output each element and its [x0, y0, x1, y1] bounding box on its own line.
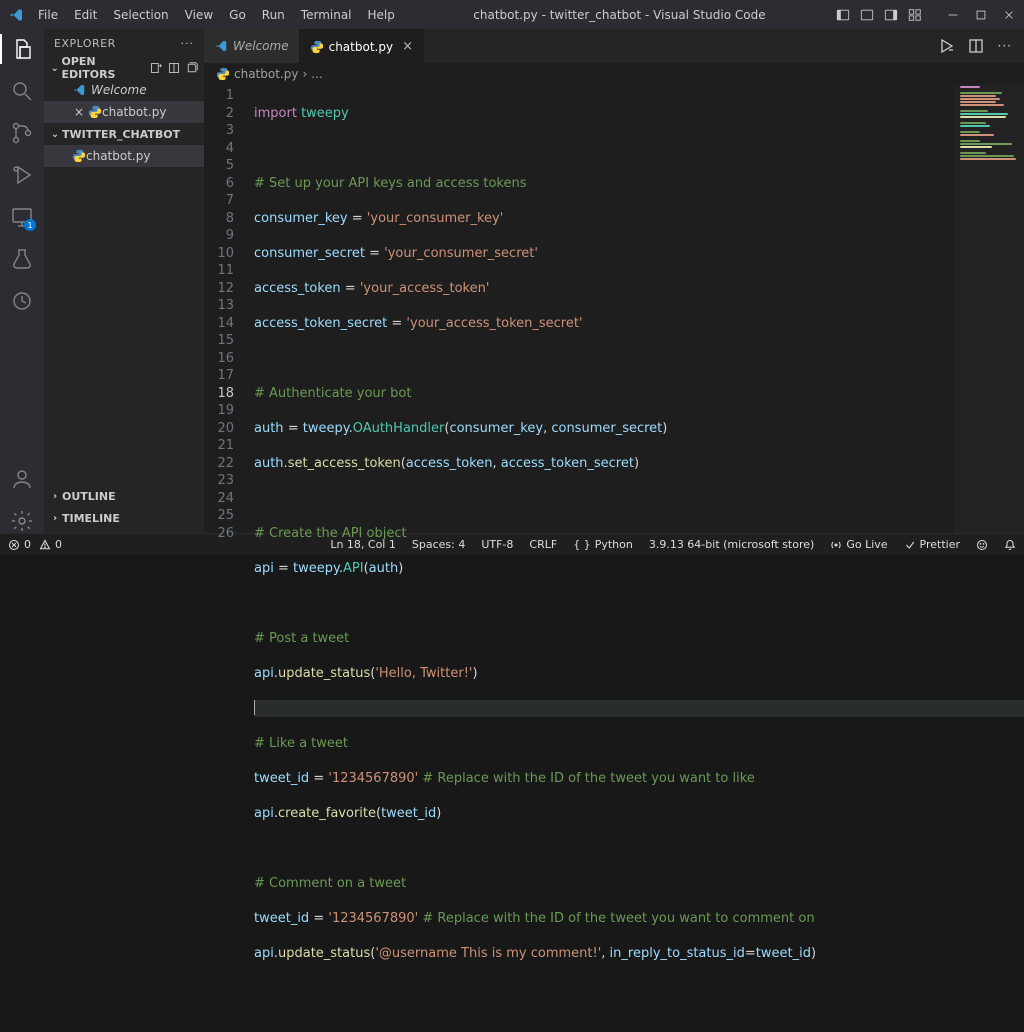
tab-label: Welcome — [233, 39, 289, 53]
activity-bar: 1 — [0, 29, 44, 533]
error-count: 0 — [24, 538, 31, 551]
chevron-right-icon: › — [48, 513, 62, 524]
chevron-down-icon: ⌄ — [48, 129, 62, 140]
editor: Welcome chatbot.py × ··· chatbot.py › ..… — [204, 29, 1024, 533]
save-all-icon[interactable] — [186, 62, 198, 74]
activity-accounts-icon[interactable] — [10, 467, 34, 491]
tab-chatbot[interactable]: chatbot.py × — [300, 29, 424, 63]
menu-go[interactable]: Go — [221, 4, 254, 26]
tab-welcome[interactable]: Welcome — [204, 29, 300, 63]
chevron-right-icon: › — [302, 67, 307, 81]
activity-debug-icon[interactable] — [10, 163, 34, 187]
customize-layout-icon[interactable] — [908, 8, 922, 22]
activity-testing-icon[interactable] — [10, 247, 34, 271]
menu-help[interactable]: Help — [360, 4, 403, 26]
timeline-label: TIMELINE — [62, 512, 120, 525]
vscode-icon — [214, 39, 228, 53]
window-maximize-icon[interactable] — [974, 8, 988, 22]
new-untitled-icon[interactable] — [150, 62, 162, 74]
section-outline[interactable]: › OUTLINE — [44, 485, 204, 507]
title-bar: File Edit Selection View Go Run Terminal… — [0, 0, 1024, 29]
activity-source-control-icon[interactable] — [10, 121, 34, 145]
status-problems[interactable]: 0 0 — [0, 538, 70, 551]
line-gutter: 1234567891011121314151617181920212223242… — [204, 85, 246, 533]
cursor — [254, 700, 255, 715]
tab-label: chatbot.py — [329, 40, 393, 54]
layout-panel-icon[interactable] — [860, 8, 874, 22]
warning-count: 0 — [55, 538, 62, 551]
workspace-name: TWITTER_CHATBOT — [62, 128, 180, 141]
activity-remote-explorer-icon[interactable]: 1 — [10, 205, 34, 229]
editor-close-icon[interactable]: × — [72, 105, 86, 119]
file-item-label: chatbot.py — [86, 149, 150, 163]
menu-edit[interactable]: Edit — [66, 4, 105, 26]
file-item-chatbot[interactable]: chatbot.py — [44, 145, 204, 167]
editor-more-icon[interactable]: ··· — [998, 39, 1012, 53]
open-editor-chatbot[interactable]: × chatbot.py — [44, 101, 204, 123]
outline-label: OUTLINE — [62, 490, 116, 503]
window-title: chatbot.py - twitter_chatbot - Visual St… — [403, 8, 836, 22]
open-editor-label: chatbot.py — [102, 105, 166, 119]
chevron-right-icon: › — [48, 491, 62, 502]
minimap[interactable] — [954, 85, 1024, 533]
chevron-down-icon: ⌄ — [48, 63, 61, 74]
breadcrumb[interactable]: chatbot.py › ... — [204, 63, 1024, 85]
error-icon — [8, 539, 20, 551]
tab-close-icon[interactable]: × — [402, 39, 413, 54]
layout-sidebar-right-icon[interactable] — [884, 8, 898, 22]
breadcrumb-more: ... — [311, 67, 322, 81]
activity-settings-icon[interactable] — [10, 509, 34, 533]
menu-bar: File Edit Selection View Go Run Terminal… — [30, 4, 403, 26]
menu-selection[interactable]: Selection — [105, 4, 176, 26]
sidebar-more-icon[interactable]: ··· — [181, 37, 195, 50]
window-close-icon[interactable] — [1002, 8, 1016, 22]
open-editor-welcome[interactable]: Welcome — [44, 79, 204, 101]
python-file-icon — [216, 67, 230, 81]
activity-explorer-icon[interactable] — [10, 37, 34, 61]
open-editors-label: OPEN EDITORS — [61, 55, 150, 81]
menu-run[interactable]: Run — [254, 4, 293, 26]
activity-search-icon[interactable] — [10, 79, 34, 103]
menu-file[interactable]: File — [30, 4, 66, 26]
menu-view[interactable]: View — [177, 4, 221, 26]
open-editor-label: Welcome — [91, 83, 147, 97]
vscode-icon — [72, 83, 86, 97]
tab-bar: Welcome chatbot.py × ··· — [204, 29, 1024, 63]
python-file-icon — [72, 149, 86, 163]
menu-terminal[interactable]: Terminal — [293, 4, 360, 26]
layout-sidebar-left-icon[interactable] — [836, 8, 850, 22]
vscode-logo-icon — [8, 7, 24, 23]
sidebar: EXPLORER ··· ⌄ OPEN EDITORS Welcome × ch… — [44, 29, 204, 533]
warning-icon — [39, 539, 51, 551]
toggle-layout-icon[interactable] — [168, 62, 180, 74]
python-file-icon — [310, 40, 324, 54]
window-minimize-icon[interactable] — [946, 8, 960, 22]
code-area[interactable]: 1234567891011121314151617181920212223242… — [204, 85, 1024, 533]
sidebar-title: EXPLORER — [54, 37, 116, 50]
code-content[interactable]: import tweepy # Set up your API keys and… — [246, 85, 1024, 533]
section-workspace[interactable]: ⌄ TWITTER_CHATBOT — [44, 123, 204, 145]
section-timeline[interactable]: › TIMELINE — [44, 507, 204, 529]
breadcrumb-file: chatbot.py — [234, 67, 298, 81]
split-editor-icon[interactable] — [968, 38, 984, 54]
python-file-icon — [88, 105, 102, 119]
section-open-editors[interactable]: ⌄ OPEN EDITORS — [44, 57, 204, 79]
activity-extra-icon[interactable] — [10, 289, 34, 313]
run-icon[interactable] — [938, 38, 954, 54]
remote-badge: 1 — [24, 219, 36, 231]
